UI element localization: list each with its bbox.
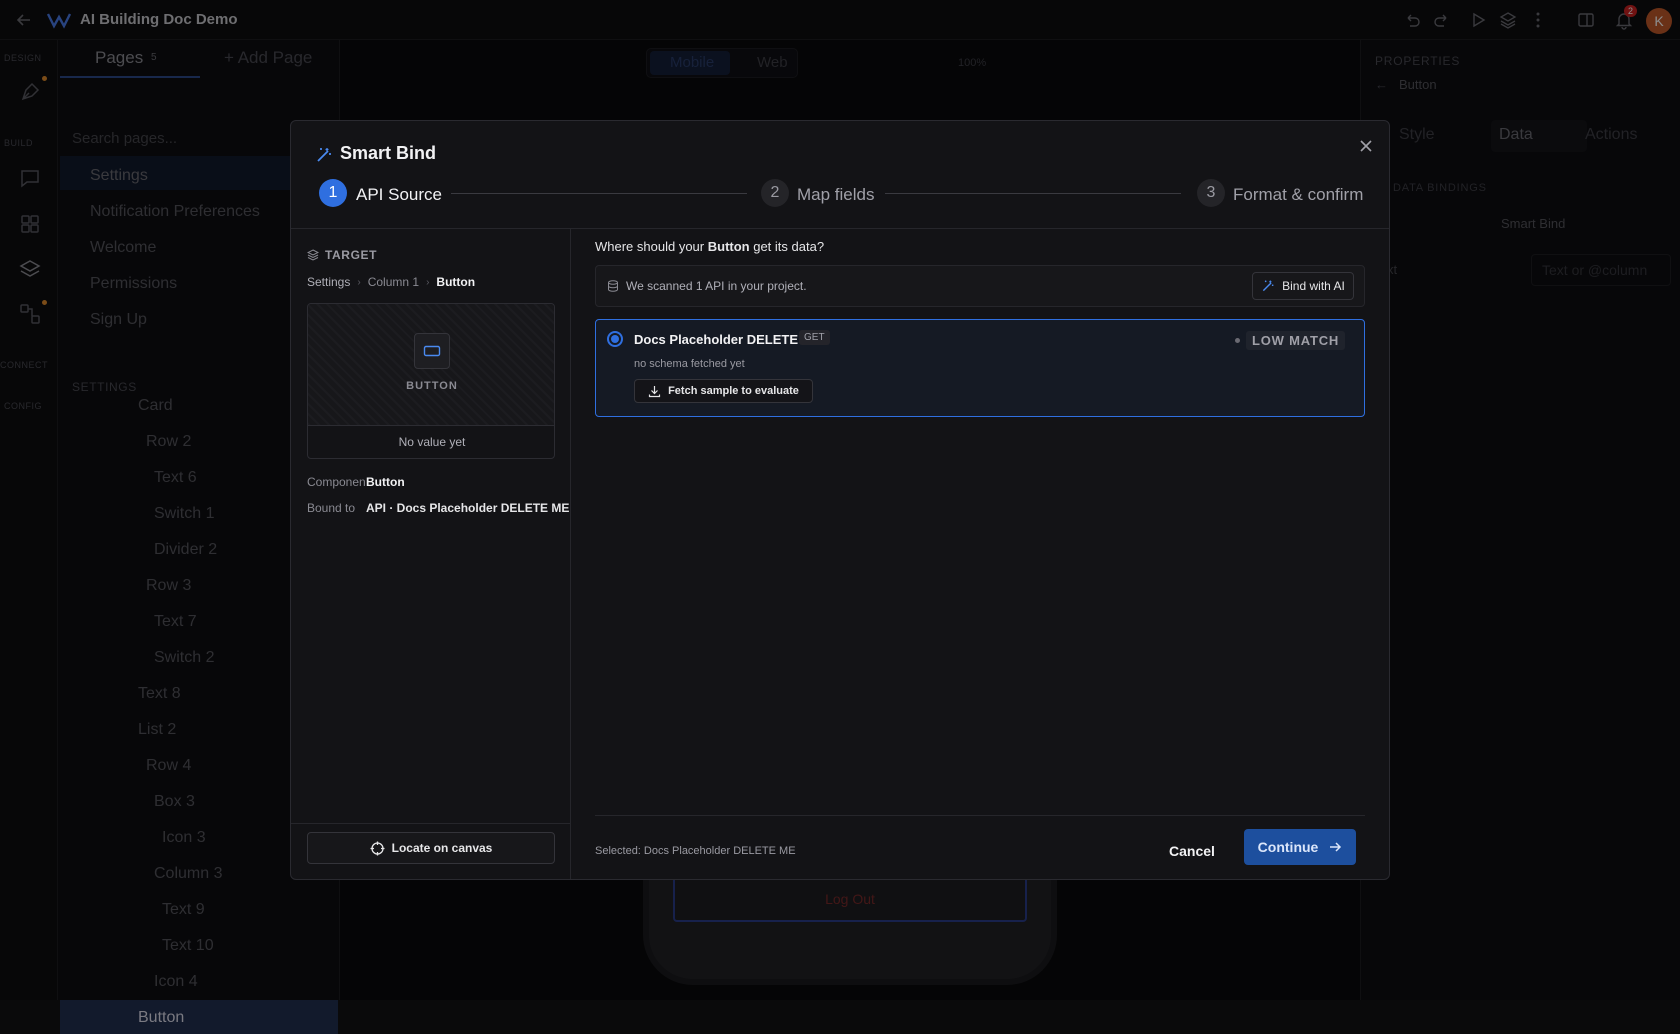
fetch-sample-label: Fetch sample to evaluate <box>668 385 799 397</box>
step-2-number: 2 <box>761 179 789 207</box>
fetch-sample-button[interactable]: Fetch sample to evaluate <box>634 379 813 403</box>
bind-with-ai-label: Bind with AI <box>1282 279 1345 293</box>
chevron-right-icon: › <box>426 276 430 288</box>
step-3-label: Format & confirm <box>1233 185 1364 204</box>
bound-to-value: API · Docs Placeholder DELETE ME <box>366 501 570 515</box>
close-icon[interactable] <box>1357 137 1375 155</box>
question-text: Where should your Button get its data? <box>595 239 824 254</box>
target-panel: TARGET Settings › Column 1 › Button BUTT… <box>291 229 571 879</box>
tree-item-selected <box>60 1000 338 1034</box>
smart-bind-modal: Smart Bind 1 API Source 2 Map fields 3 F… <box>290 120 1390 880</box>
selected-summary: Selected: Docs Placeholder DELETE ME <box>595 845 796 857</box>
schema-note: no schema fetched yet <box>634 358 745 370</box>
preview-label: BUTTON <box>406 380 458 392</box>
method-badge: GET <box>799 330 830 345</box>
question-post: get its data? <box>749 239 825 254</box>
divider <box>291 823 571 824</box>
component-key: Componen <box>307 475 366 489</box>
divider <box>308 425 554 426</box>
breadcrumb: Settings › Column 1 › Button <box>307 275 475 289</box>
database-icon <box>607 280 619 292</box>
radio-dot <box>611 335 619 343</box>
locate-on-canvas-button[interactable]: Locate on canvas <box>307 832 555 864</box>
bind-with-ai-button[interactable]: Bind with AI <box>1252 272 1354 300</box>
scan-info-bar: We scanned 1 API in your project. Bind w… <box>595 265 1365 307</box>
step-connector <box>885 193 1181 194</box>
breadcrumb-item[interactable]: Settings <box>307 275 350 289</box>
question-pre: Where should your <box>595 239 708 254</box>
api-option-radio[interactable] <box>607 331 623 347</box>
crosshair-icon <box>370 841 385 856</box>
api-option-card[interactable]: Docs Placeholder DELETE ME GET LOW MATCH… <box>595 319 1365 417</box>
divider <box>595 815 1365 816</box>
modal-header: Smart Bind 1 API Source 2 Map fields 3 F… <box>291 121 1389 229</box>
step-1-number: 1 <box>319 179 347 207</box>
chevron-right-icon: › <box>357 276 361 288</box>
match-dot <box>1235 338 1240 343</box>
download-icon <box>648 385 661 398</box>
modal-title: Smart Bind <box>340 143 437 163</box>
component-preview: BUTTON No value yet <box>307 303 555 459</box>
breadcrumb-item[interactable]: Column 1 <box>368 275 419 289</box>
step-3-number: 3 <box>1197 179 1225 207</box>
api-source-panel: Where should your Button get its data? W… <box>571 229 1389 879</box>
continue-label: Continue <box>1257 839 1319 855</box>
magic-wand-icon <box>1261 279 1275 293</box>
layers-icon <box>307 249 319 261</box>
target-header: TARGET <box>325 248 378 262</box>
question-target: Button <box>707 239 750 254</box>
step-connector <box>451 193 747 194</box>
no-value-text: No value yet <box>398 435 466 449</box>
arrow-right-icon <box>1328 840 1342 854</box>
bound-to-key: Bound to <box>307 501 356 515</box>
button-component-icon <box>414 333 450 369</box>
step-2-label: Map fields <box>797 185 875 204</box>
component-value: Button <box>366 475 405 489</box>
scan-text: We scanned 1 API in your project. <box>626 279 807 293</box>
magic-wand-icon <box>315 146 333 164</box>
tree-item[interactable]: Button <box>138 1009 184 1027</box>
breadcrumb-current: Button <box>436 275 476 289</box>
match-badge: LOW MATCH <box>1246 331 1346 350</box>
api-name: Docs Placeholder DELETE ME <box>634 332 822 347</box>
locate-label: Locate on canvas <box>391 841 493 855</box>
cancel-button[interactable]: Cancel <box>1169 843 1215 859</box>
step-1-label: API Source <box>356 185 442 204</box>
continue-button[interactable]: Continue <box>1244 829 1356 865</box>
